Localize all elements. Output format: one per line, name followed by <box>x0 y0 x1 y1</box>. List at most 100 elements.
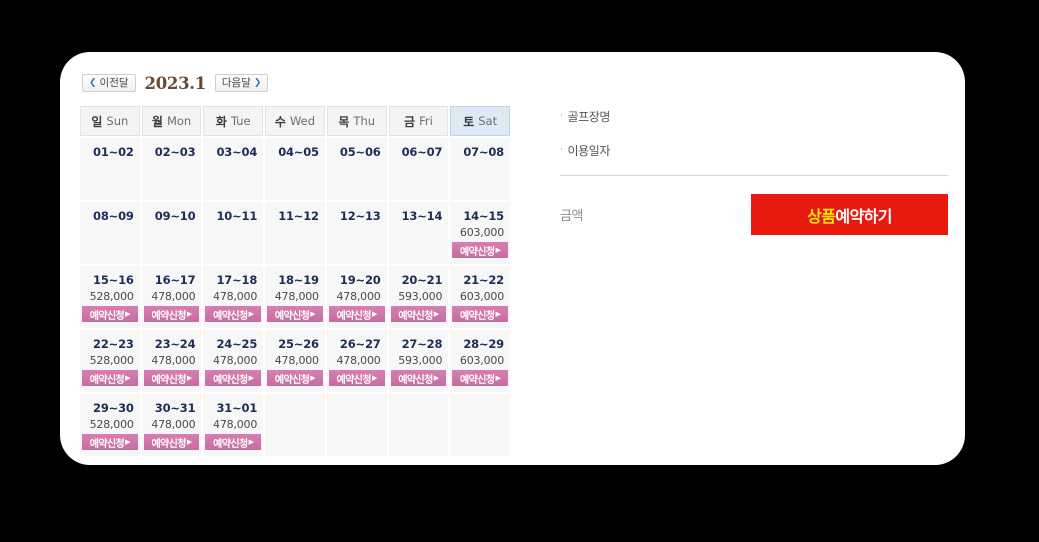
dow-ko-sat: 토 <box>463 114 475 129</box>
reserve-product-button[interactable]: 상품 예약하기 <box>751 194 948 235</box>
dow-ko-tue: 화 <box>215 114 227 129</box>
book-request-button[interactable]: 예약신청 ▶ <box>143 306 200 322</box>
day-date-range: 04~05 <box>278 145 319 159</box>
day-date-range: 31~01 <box>216 401 258 415</box>
book-request-button[interactable]: 예약신청 ▶ <box>267 370 323 386</box>
book-request-button[interactable]: 예약신청 ▶ <box>390 306 447 322</box>
arrow-right-icon: ▶ <box>248 374 254 382</box>
dow-ko-mon: 월 <box>151 114 163 129</box>
calendar-week-row: 29~30 528,000 예약신청 ▶ 30~31 478,000 예약신청 ▶ 31~01 4… <box>80 394 510 456</box>
next-month-button[interactable]: 다음달 ❯ <box>214 74 269 92</box>
arrow-right-icon: ▶ <box>248 310 254 318</box>
day-date-range: 09~10 <box>154 209 196 223</box>
book-request-button[interactable]: 예약신청 ▶ <box>82 434 138 450</box>
book-request-button[interactable]: 예약신청 ▶ <box>205 434 262 450</box>
dow-en-sat: Sat <box>478 114 498 128</box>
calendar-day-cell: 16~17 478,000 예약신청 ▶ <box>141 266 202 328</box>
arrow-right-icon: ▶ <box>495 374 501 382</box>
day-date-range: 12~13 <box>339 209 381 223</box>
book-request-label: 예약신청 <box>398 374 433 386</box>
arrow-right-icon: ▶ <box>186 374 192 382</box>
day-date-range: 27~28 <box>401 337 443 351</box>
day-price: 528,000 <box>89 418 134 431</box>
book-request-button[interactable]: 예약신청 ▶ <box>390 370 447 386</box>
book-request-label: 예약신청 <box>460 374 495 386</box>
book-request-button[interactable]: 예약신청 ▶ <box>452 306 508 322</box>
calendar-day-cell: 08~09 <box>80 202 140 264</box>
book-request-button[interactable]: 예약신청 ▶ <box>452 370 508 386</box>
day-price: 603,000 <box>459 354 504 367</box>
day-date-range: 18~19 <box>278 273 319 287</box>
detail-divider <box>560 175 948 176</box>
calendar-empty-cell <box>388 394 449 456</box>
calendar-widget: ❮ 이전달 2023.1 다음달 ❯ 일 Sun 월 Mon 화 Tue 수 W… <box>80 72 510 458</box>
day-date-range: 29~30 <box>93 401 134 415</box>
day-date-range: 13~14 <box>401 209 443 223</box>
book-request-button[interactable]: 예약신청 ▶ <box>328 370 385 386</box>
day-date-range: 02~03 <box>154 145 196 159</box>
chevron-left-icon: ❮ <box>89 77 97 88</box>
arrow-right-icon: ▶ <box>372 310 377 318</box>
day-price: 478,000 <box>151 290 196 303</box>
prev-month-label: 이전달 <box>99 76 129 89</box>
dow-en-mon: Mon <box>166 114 192 128</box>
book-request-button[interactable]: 예약신청 ▶ <box>205 370 262 386</box>
calendar-day-cell: 21~22 603,000 예약신청 ▶ <box>450 266 510 328</box>
book-request-button[interactable]: 예약신청 ▶ <box>82 306 138 322</box>
calendar-day-cell: 26~27 478,000 예약신청 ▶ <box>326 330 387 392</box>
arrow-right-icon: ▶ <box>433 374 439 382</box>
use-date-label: 이용일자 <box>567 143 611 158</box>
dow-header-mon: 월 Mon <box>141 106 202 136</box>
calendar-day-cell: 13~14 <box>388 202 449 264</box>
day-price: 593,000 <box>398 354 443 367</box>
calendar-day-cell: 05~06 <box>326 138 387 200</box>
book-request-button[interactable]: 예약신청 ▶ <box>143 434 200 450</box>
course-name-label: 골프장명 <box>567 109 611 124</box>
day-date-range: 26~27 <box>339 337 381 351</box>
bullet-icon: · <box>560 144 563 155</box>
day-price: 528,000 <box>89 354 134 367</box>
calendar-day-cell: 02~03 <box>141 138 202 200</box>
dow-header-tue: 화 Tue <box>203 106 264 136</box>
book-request-button[interactable]: 예약신청 ▶ <box>452 242 508 258</box>
day-date-range: 17~18 <box>216 273 258 287</box>
dow-ko-wed: 수 <box>274 114 286 129</box>
day-price: 478,000 <box>336 290 381 303</box>
book-request-label: 예약신청 <box>213 374 248 386</box>
book-request-button[interactable]: 예약신청 ▶ <box>143 370 200 386</box>
arrow-right-icon: ▶ <box>125 374 130 382</box>
day-date-range: 30~31 <box>154 401 196 415</box>
day-date-range: 03~04 <box>216 145 258 159</box>
amount-row: 금액 상품 예약하기 <box>560 194 948 235</box>
reserve-button-highlight: 상품 <box>807 206 836 226</box>
calendar-day-cell: 31~01 478,000 예약신청 ▶ <box>203 394 264 456</box>
dow-header-sun: 일 Sun <box>80 106 140 136</box>
book-request-button[interactable]: 예약신청 ▶ <box>267 306 323 322</box>
day-date-range: 14~15 <box>463 209 504 223</box>
day-date-range: 07~08 <box>463 145 504 159</box>
calendar-week-row: 15~16 528,000 예약신청 ▶ 16~17 478,000 예약신청 ▶ 17~18 4… <box>80 266 510 328</box>
book-request-button[interactable]: 예약신청 ▶ <box>328 306 385 322</box>
day-date-range: 19~20 <box>339 273 381 287</box>
current-month-title: 2023.1 <box>144 73 207 93</box>
dow-header-thu: 목 Thu <box>326 106 387 136</box>
calendar-week-row: 01~02 02~03 03~04 04~05 05~06 06~07 07~08 <box>80 138 510 200</box>
calendar-day-cell: 04~05 <box>265 138 325 200</box>
arrow-right-icon: ▶ <box>433 310 439 318</box>
calendar-day-cell: 25~26 478,000 예약신청 ▶ <box>265 330 325 392</box>
book-request-button[interactable]: 예약신청 ▶ <box>82 370 138 386</box>
chevron-right-icon: ❯ <box>253 77 262 88</box>
reserve-button-text: 예약하기 <box>835 206 892 226</box>
calendar-day-cell: 28~29 603,000 예약신청 ▶ <box>450 330 510 392</box>
day-price: 478,000 <box>274 290 319 303</box>
reservation-detail-panel: · 골프장명 · 이용일자 금액 상품 예약하기 <box>560 107 948 235</box>
day-price: 478,000 <box>213 354 258 367</box>
day-price: 593,000 <box>398 290 443 303</box>
book-request-button[interactable]: 예약신청 ▶ <box>205 306 262 322</box>
day-date-range: 20~21 <box>401 273 443 287</box>
prev-month-button[interactable]: ❮ 이전달 <box>82 74 136 92</box>
calendar-day-cell: 01~02 <box>80 138 140 200</box>
next-month-label: 다음달 <box>221 76 251 89</box>
calendar-day-cell: 10~11 <box>203 202 264 264</box>
dow-header-wed: 수 Wed <box>265 106 325 136</box>
